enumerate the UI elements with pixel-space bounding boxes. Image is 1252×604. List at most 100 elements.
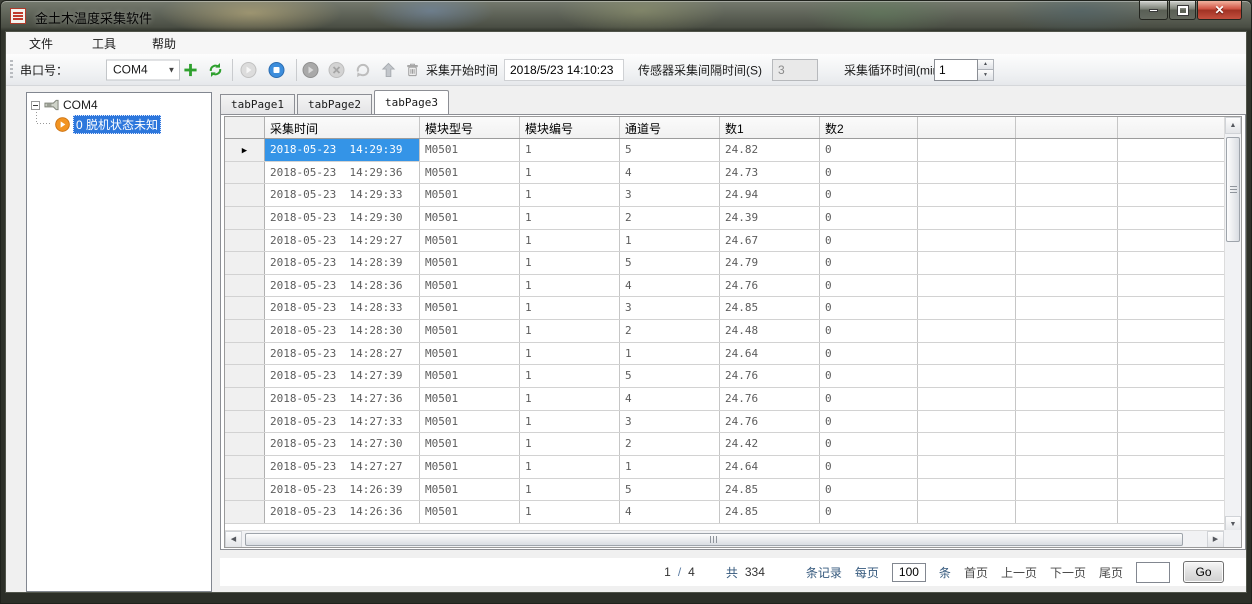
table-cell[interactable]: 3	[620, 411, 720, 433]
table-cell[interactable]	[1118, 184, 1227, 206]
table-cell[interactable]	[1016, 139, 1118, 161]
table-cell[interactable]: M0501	[420, 388, 520, 410]
table-cell[interactable]	[918, 252, 1016, 274]
table-cell[interactable]	[1118, 411, 1227, 433]
delete-button[interactable]	[404, 61, 421, 78]
table-cell[interactable]: 2018-05-23 14:27:27	[265, 456, 420, 478]
record-button-disabled[interactable]	[302, 61, 319, 78]
table-cell[interactable]	[1118, 297, 1227, 319]
menu-tools[interactable]: 工具	[92, 35, 116, 52]
table-cell[interactable]: 2018-05-23 14:27:30	[265, 433, 420, 455]
table-row[interactable]: 2018-05-23 14:27:39M05011524.760	[225, 365, 1241, 388]
table-cell[interactable]: 1	[520, 456, 620, 478]
table-cell[interactable]: M0501	[420, 411, 520, 433]
toolbar-grip[interactable]	[10, 60, 13, 80]
goto-page-input[interactable]	[1136, 562, 1170, 583]
maximize-button[interactable]	[1169, 1, 1196, 20]
table-cell[interactable]: 2018-05-23 14:28:33	[265, 297, 420, 319]
table-cell[interactable]: 24.64	[720, 456, 820, 478]
row-header[interactable]	[225, 433, 265, 455]
table-cell[interactable]: 2018-05-23 14:29:30	[265, 207, 420, 229]
menu-help[interactable]: 帮助	[152, 35, 176, 52]
table-cell[interactable]: 1	[620, 230, 720, 252]
table-cell[interactable]: M0501	[420, 456, 520, 478]
table-cell[interactable]: 1	[520, 184, 620, 206]
table-cell[interactable]: 24.85	[720, 479, 820, 501]
row-header[interactable]	[225, 252, 265, 274]
horizontal-scrollbar[interactable]: ◀ ▶	[225, 530, 1224, 547]
cycle-time-input[interactable]	[934, 59, 978, 81]
add-button[interactable]	[182, 61, 199, 78]
table-cell[interactable]: 0	[820, 162, 918, 184]
table-cell[interactable]: 3	[620, 297, 720, 319]
last-page-link[interactable]: 尾页	[1099, 564, 1123, 581]
table-cell[interactable]	[918, 162, 1016, 184]
table-cell[interactable]: 2	[620, 320, 720, 342]
table-cell[interactable]: M0501	[420, 479, 520, 501]
table-cell[interactable]: 1	[520, 297, 620, 319]
table-cell[interactable]: 0	[820, 479, 918, 501]
table-cell[interactable]	[918, 501, 1016, 523]
table-cell[interactable]	[918, 479, 1016, 501]
table-cell[interactable]: 24.85	[720, 297, 820, 319]
row-header[interactable]	[225, 320, 265, 342]
table-cell[interactable]	[1016, 343, 1118, 365]
table-cell[interactable]	[1118, 320, 1227, 342]
table-cell[interactable]: 5	[620, 139, 720, 161]
table-cell[interactable]	[918, 275, 1016, 297]
table-cell[interactable]: 2018-05-23 14:28:36	[265, 275, 420, 297]
table-row[interactable]: 2018-05-23 14:26:36M05011424.850	[225, 501, 1241, 524]
table-cell[interactable]: M0501	[420, 252, 520, 274]
table-cell[interactable]: 0	[820, 343, 918, 365]
tree-node-module[interactable]: 0 脱机状态未知	[55, 115, 161, 133]
table-cell[interactable]	[1016, 479, 1118, 501]
table-cell[interactable]	[918, 388, 1016, 410]
table-cell[interactable]	[1016, 365, 1118, 387]
tab-tabpage2[interactable]: tabPage2	[297, 94, 372, 114]
table-cell[interactable]: 1	[520, 275, 620, 297]
table-cell[interactable]	[1016, 320, 1118, 342]
table-cell[interactable]: 2018-05-23 14:28:30	[265, 320, 420, 342]
scroll-left-icon[interactable]: ◀	[225, 531, 242, 548]
table-cell[interactable]	[1118, 365, 1227, 387]
table-cell[interactable]: 1	[520, 207, 620, 229]
row-header[interactable]	[225, 207, 265, 229]
row-header[interactable]	[225, 184, 265, 206]
scroll-right-icon[interactable]: ▶	[1207, 531, 1224, 548]
table-cell[interactable]	[1118, 139, 1227, 161]
table-cell[interactable]: 24.82	[720, 139, 820, 161]
table-cell[interactable]: 1	[520, 252, 620, 274]
table-cell[interactable]: 1	[520, 139, 620, 161]
table-cell[interactable]	[1016, 456, 1118, 478]
table-cell[interactable]: 24.76	[720, 411, 820, 433]
table-cell[interactable]: 24.76	[720, 365, 820, 387]
row-header[interactable]	[225, 501, 265, 523]
table-cell[interactable]: 0	[820, 252, 918, 274]
table-cell[interactable]: 3	[620, 184, 720, 206]
table-cell[interactable]	[918, 365, 1016, 387]
table-cell[interactable]	[1016, 275, 1118, 297]
table-row[interactable]: 2018-05-23 14:29:33M05011324.940	[225, 184, 1241, 207]
table-cell[interactable]: 0	[820, 275, 918, 297]
table-row[interactable]: 2018-05-23 14:27:33M05011324.760	[225, 411, 1241, 434]
table-cell[interactable]: 24.73	[720, 162, 820, 184]
table-cell[interactable]: M0501	[420, 139, 520, 161]
column-header[interactable]	[1118, 117, 1227, 138]
table-cell[interactable]: 2018-05-23 14:29:36	[265, 162, 420, 184]
table-row[interactable]: ▶2018-05-23 14:29:39M05011524.820	[225, 139, 1241, 162]
table-cell[interactable]: M0501	[420, 184, 520, 206]
table-cell[interactable]	[918, 411, 1016, 433]
table-cell[interactable]: 0	[820, 139, 918, 161]
table-row[interactable]: 2018-05-23 14:27:30M05011224.420	[225, 433, 1241, 456]
table-cell[interactable]	[918, 139, 1016, 161]
table-cell[interactable]: 24.76	[720, 388, 820, 410]
table-cell[interactable]: 24.76	[720, 275, 820, 297]
table-cell[interactable]: 1	[520, 365, 620, 387]
table-cell[interactable]: 4	[620, 388, 720, 410]
table-cell[interactable]: 5	[620, 479, 720, 501]
row-header[interactable]	[225, 388, 265, 410]
table-cell[interactable]	[1016, 388, 1118, 410]
table-cell[interactable]: 1	[520, 162, 620, 184]
table-cell[interactable]: 2018-05-23 14:28:39	[265, 252, 420, 274]
per-page-input[interactable]	[892, 563, 926, 582]
